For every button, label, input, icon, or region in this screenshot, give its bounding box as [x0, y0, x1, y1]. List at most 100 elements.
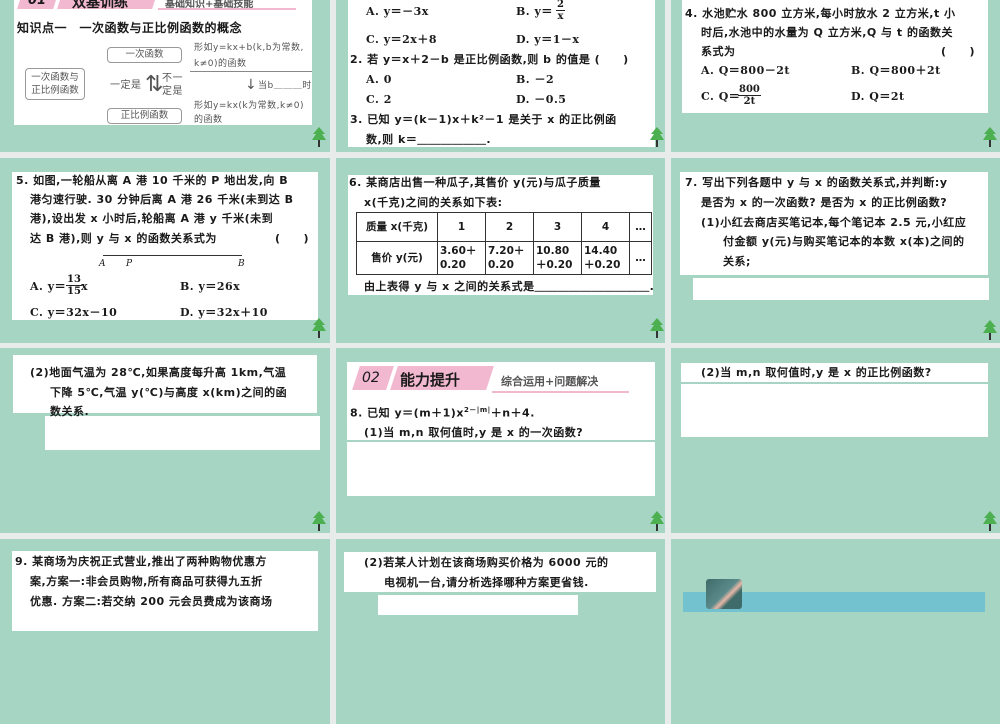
q1-option-d: D. y＝1－x	[516, 33, 580, 46]
question-3-line-1: 3. 已知 y＝(k－1)x＋k²－1 是关于 x 的正比例函	[350, 113, 617, 126]
tree-icon	[983, 127, 997, 147]
question-7-line-4: 付金额 y(元)与购买笔记本的本数 x(本)之间的	[723, 235, 965, 248]
question-4-line-3: 系式为	[701, 45, 736, 58]
q8-tail: ＋n＋4.	[490, 406, 535, 420]
tree-icon	[650, 511, 664, 531]
slide-2[interactable]: A. y＝－3x B. y＝ 2x C. y＝2x＋8 D. y＝1－x 2. …	[336, 0, 665, 152]
question-5-line-2: 港匀速行驶. 30 分钟后离 A 港 26 千米(未到达 B	[30, 193, 294, 206]
diagram-is: 一定是	[110, 80, 142, 91]
q5-option-a-fraction: 13 15	[66, 274, 82, 297]
denominator: x	[557, 11, 564, 22]
table-cell: 售价 y(元)	[356, 241, 438, 275]
slide-11[interactable]: (2)若某人计划在该商场购买价格为 6000 元的 电视机一台,请分析选择哪种方…	[336, 539, 665, 724]
tree-icon	[650, 127, 664, 147]
q1-option-c: C. y＝2x＋8	[366, 33, 437, 46]
answer-area[interactable]	[378, 595, 578, 615]
question-7-line-2: 是否为 x 的一次函数? 是否为 x 的正比例函数?	[701, 196, 948, 209]
section-title: 双基训练	[72, 0, 128, 11]
segment-ab	[103, 255, 242, 256]
slide-9[interactable]: (2)当 m,n 取何值时,y 是 x 的正比例函数?	[671, 348, 1000, 533]
table-cell: 3	[533, 212, 582, 242]
linear-def-2: k≠0)的函数	[194, 59, 247, 69]
question-6-line-2: x(千克)之间的关系如下表:	[364, 196, 503, 209]
q2-option-d: D. －0.5	[516, 93, 567, 106]
q4-option-d: D. Q＝2t	[851, 90, 905, 103]
price-table: 质量 x(千克) 1 2 3 4 … 售价 y(元) 3.60＋0.20 7.2…	[356, 212, 652, 275]
question-8: 8. 已知 y＝(m＋1)x2－|m|＋n＋4.	[350, 403, 535, 421]
question-9-part-2-line-1: (2)若某人计划在该商场购买价格为 6000 元的	[364, 556, 609, 569]
answer-area[interactable]	[347, 442, 655, 496]
question-7-line-3: (1)小红去商店买笔记本,每个笔记本 2.5 元,小红应	[701, 216, 967, 229]
question-7-line-1: 7. 写出下列各题中 y 与 x 的函数关系式,并判断:y	[685, 176, 948, 189]
slide-12[interactable]	[671, 539, 1000, 724]
denominator: 2t	[743, 96, 756, 107]
question-5-line-3: 港),设出发 x 小时后,轮船离 A 港 y 千米(未到	[30, 212, 274, 225]
point-p: P	[126, 259, 133, 269]
prop-def-1: 形如y=kx(k为常数,k≠0)	[194, 101, 304, 111]
table-cell: 10.80＋0.20	[533, 241, 582, 275]
answer-area[interactable]	[693, 278, 989, 300]
tree-icon	[312, 127, 326, 147]
table-cell: …	[629, 212, 652, 242]
denominator: 15	[67, 286, 81, 297]
diagram-root: 一次函数与正比例函数	[25, 68, 85, 100]
slide-7[interactable]: (2)地面气温为 28℃,如果高度每升高 1km,气温 下降 5℃,气温 y(℃…	[0, 348, 330, 533]
section-badge: 01	[28, 0, 47, 8]
q2-option-c: C. 2	[366, 93, 392, 106]
tree-icon	[983, 511, 997, 531]
table-cell: 7.20＋0.20	[485, 241, 534, 275]
question-9-line-3: 优惠. 方案二:若交纳 200 元会员费成为该商场	[30, 595, 273, 608]
question-5-line-1: 5. 如图,一轮船从离 A 港 10 千米的 P 地出发,向 B	[16, 174, 289, 187]
table-cell: 2	[485, 212, 534, 242]
numerator: 2	[556, 0, 565, 11]
question-5-line-4: 达 B 港),则 y 与 x 的函数关系式为	[30, 232, 217, 245]
tree-icon	[312, 511, 326, 531]
q8-exponent: 2－|m|	[463, 406, 491, 414]
numerator: 800	[738, 84, 761, 96]
q4-option-c: C. Q＝	[701, 90, 741, 103]
question-2: 2. 若 y＝x＋2－b 是正比例函数,则 b 的值是 ( )	[350, 53, 629, 66]
slide-6[interactable]: 7. 写出下列各题中 y 与 x 的函数关系式,并判断:y 是否为 x 的一次函…	[671, 158, 1000, 343]
section-subtitle: 综合运用+问题解决	[501, 375, 599, 388]
condition: 当b＿＿＿时	[258, 81, 312, 91]
tree-icon	[983, 320, 997, 340]
point-b: B	[238, 259, 246, 269]
slide-8[interactable]: 02 能力提升 综合运用+问题解决 8. 已知 y＝(m＋1)x2－|m|＋n＋…	[336, 348, 665, 533]
answer-paren: ( )	[275, 232, 310, 245]
answer-area[interactable]	[45, 416, 320, 450]
question-6-line-1: 6. 某商店出售一种瓜子,其售价 y(元)与瓜子质量	[349, 176, 601, 189]
q5-option-b: B. y＝26x	[180, 280, 241, 293]
slide-4[interactable]: 5. 如图,一轮船从离 A 港 10 千米的 P 地出发,向 B 港匀速行驶. …	[0, 158, 330, 343]
topic-title: 知识点一 一次函数与正比例函数的概念	[17, 21, 243, 35]
prop-def-2: 的函数	[194, 115, 223, 125]
tree-icon	[312, 318, 326, 338]
answer-area[interactable]	[681, 384, 988, 437]
slide-5[interactable]: 6. 某商店出售一种瓜子,其售价 y(元)与瓜子质量 x(千克)之间的关系如下表…	[336, 158, 665, 343]
slide-3[interactable]: 4. 水池贮水 800 立方米,每小时放水 2 立方米,t 小 时后,水池中的水…	[671, 0, 1000, 152]
diagram-not: 不一定是	[162, 73, 183, 97]
point-a: A	[99, 259, 106, 269]
slide-10[interactable]: 9. 某商场为庆祝正式营业,推出了两种购物优惠方 案,方案一:非会员购物,所有商…	[0, 539, 330, 724]
line-1: (2)地面气温为 28℃,如果高度每升高 1km,气温	[30, 366, 287, 379]
section-title: 能力提升	[400, 371, 461, 389]
question-4-line-1: 4. 水池贮水 800 立方米,每小时放水 2 立方米,t 小	[685, 7, 956, 20]
line-3: 数关系.	[50, 405, 90, 418]
section-subtitle: 基础知识+基础技能	[165, 0, 254, 10]
slide-1[interactable]: 01 双基训练 基础知识+基础技能 知识点一 一次函数与正比例函数的概念 一次函…	[0, 0, 330, 152]
question-7-line-5: 关系;	[723, 255, 751, 268]
numerator: 13	[66, 274, 82, 286]
q1-option-a: A. y＝－3x	[366, 5, 429, 18]
linear-def-1: 形如y=kx+b(k,b为常数,	[194, 43, 304, 53]
answer-paren: ( )	[941, 45, 976, 58]
q4-option-b: B. Q＝800＋2t	[851, 64, 941, 77]
chalkboard-image	[706, 579, 742, 609]
question-8-part-2: (2)当 m,n 取何值时,y 是 x 的正比例函数?	[701, 366, 932, 379]
tree-icon	[650, 318, 664, 338]
table-cell: …	[629, 241, 652, 275]
q8-text: 8. 已知 y＝(m＋1)x	[350, 406, 464, 420]
question-3-line-2: 数,则 k＝＿＿＿＿＿＿.	[366, 133, 492, 146]
table-row: 售价 y(元) 3.60＋0.20 7.20＋0.20 10.80＋0.20 1…	[356, 241, 652, 275]
q5-option-c: C. y＝32x－10	[30, 306, 118, 319]
q1-option-b-fraction: 2x	[556, 0, 565, 22]
section-badge: 02	[362, 370, 380, 386]
